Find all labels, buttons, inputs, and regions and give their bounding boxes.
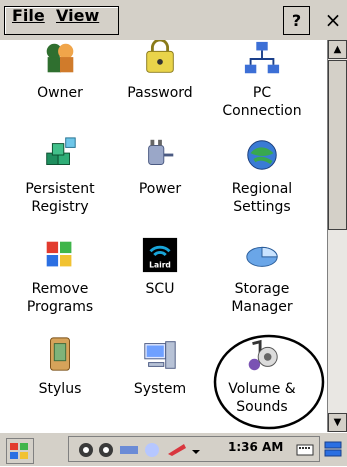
start-button[interactable] [6, 438, 34, 464]
control-panel-item-password[interactable]: Password [110, 40, 210, 102]
control-panel-item-remove-programs[interactable]: Remove Programs [10, 236, 110, 316]
view-menu[interactable]: View [56, 6, 99, 25]
power-icon [148, 139, 174, 165]
regional-settings-icon [247, 140, 277, 170]
label-storage-manager: Storage Manager [231, 281, 293, 315]
pc-connection-icon [244, 41, 280, 74]
vertical-scrollbar[interactable]: ▲ ▼ [327, 40, 347, 432]
control-panel-item-persistent-registry[interactable]: Persistent Registry [10, 136, 110, 216]
control-panel-item-stylus[interactable]: Stylus [10, 336, 110, 398]
clock: 1:36 AM [228, 440, 284, 454]
keyboard-icon[interactable] [295, 438, 315, 458]
control-panel-item-power[interactable]: Power [110, 136, 210, 198]
scroll-down-button[interactable]: ▼ [328, 413, 347, 432]
label-scu: SCU [145, 281, 175, 297]
label-stylus: Stylus [38, 381, 82, 397]
tray-icons [79, 443, 200, 457]
label-power: Power [138, 181, 182, 197]
stylus-icon [50, 337, 70, 371]
control-panel-item-system[interactable]: System [110, 336, 210, 398]
desktop-icon[interactable] [322, 438, 344, 460]
label-pc-connection: PC Connection [222, 85, 302, 119]
file-menu[interactable]: File [12, 6, 45, 25]
control-panel-item-scu[interactable]: Laird SCU [110, 236, 210, 298]
scu-icon-text: Laird [149, 260, 171, 269]
control-panel-item-owner[interactable]: Owner [10, 40, 110, 102]
system-icon [144, 341, 176, 369]
storage-manager-icon [246, 246, 278, 267]
control-panel-item-storage-manager[interactable]: Storage Manager [212, 236, 312, 316]
label-password: Password [127, 85, 193, 101]
label-owner: Owner [37, 85, 83, 101]
control-panel-item-pc-connection[interactable]: PC Connection [212, 40, 312, 120]
scu-icon: Laird [142, 237, 178, 273]
control-panel-grid: Owner Password PC Connection Persistent … [0, 40, 327, 432]
persistent-registry-icon [46, 137, 76, 165]
scroll-up-button[interactable]: ▲ [328, 40, 347, 59]
windows-flag-icon [10, 443, 28, 459]
close-button[interactable]: × [320, 6, 346, 34]
label-regional-settings: Regional Settings [231, 181, 293, 215]
label-persistent-registry: Persistent Registry [25, 181, 95, 215]
highlight-circle [213, 334, 325, 430]
help-button[interactable]: ? [283, 6, 310, 35]
owner-icon [46, 43, 74, 73]
password-icon [146, 40, 174, 73]
remove-programs-icon [46, 241, 72, 267]
label-system: System [133, 381, 187, 397]
scroll-thumb[interactable] [328, 60, 347, 230]
control-panel-item-regional-settings[interactable]: Regional Settings [212, 136, 312, 216]
label-remove-programs: Remove Programs [26, 281, 94, 315]
